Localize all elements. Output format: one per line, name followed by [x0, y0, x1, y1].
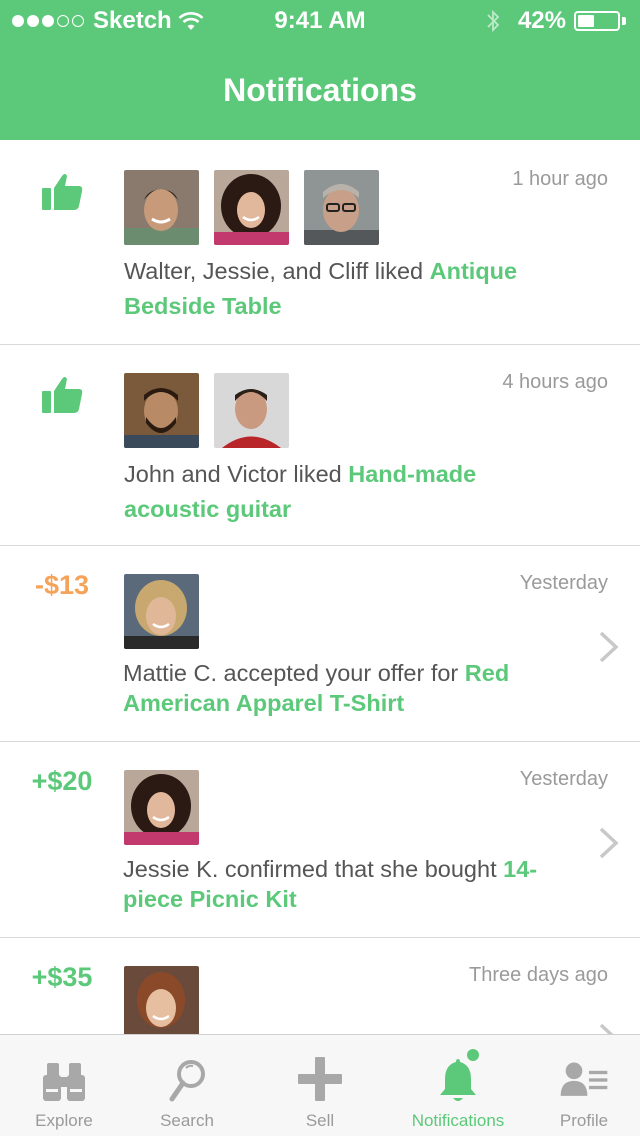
notification-list: 1 hour ago Walter, Jessie, and Cliff lik…: [0, 142, 640, 1058]
avatar-jessie[interactable]: [214, 170, 289, 245]
tab-label: Notifications: [411, 1111, 505, 1130]
amount-label: +$35: [31, 962, 93, 992]
battery-fill: [578, 15, 594, 27]
tab-label: Sell: [305, 1111, 335, 1130]
notification-time: Three days ago: [469, 964, 608, 986]
notification-message: Mattie C. accepted your offer for: [123, 660, 465, 686]
notification-time: Yesterday: [519, 572, 608, 594]
status-bar: Sketch 9:41 AM 42%: [0, 0, 640, 40]
notification-item[interactable]: 1 hour ago Walter, Jessie, and Cliff lik…: [0, 142, 640, 345]
notification-text: John and Victor liked Hand-made acoustic…: [124, 457, 560, 527]
status-right: 42%: [486, 7, 626, 35]
header: Sketch 9:41 AM 42% Notifications: [0, 0, 640, 140]
amount-label: +$20: [31, 766, 93, 796]
tab-profile[interactable]: Profile: [520, 1035, 640, 1136]
tab-notifications[interactable]: Notifications: [394, 1035, 522, 1136]
notification-message: John and Victor liked: [124, 461, 349, 487]
avatar-mattie[interactable]: [124, 574, 199, 649]
notification-badge: [467, 1049, 479, 1061]
tab-label: Search: [160, 1111, 214, 1130]
battery-icon: [574, 11, 620, 31]
avatar-jessie[interactable]: [124, 770, 199, 845]
avatar-group: [124, 770, 214, 845]
notification-item[interactable]: -$13 Yesterday Mattie C. accepted your o…: [0, 546, 640, 742]
avatar-cliff[interactable]: [304, 170, 379, 245]
plus-icon: [298, 1057, 342, 1101]
avatar-group: [124, 574, 214, 649]
thumbs-up-icon: [42, 377, 83, 413]
chevron-right-icon[interactable]: [598, 826, 620, 860]
tab-sell[interactable]: Sell: [256, 1035, 384, 1136]
tab-label: Explore: [35, 1111, 93, 1130]
thumbs-up-icon: [42, 174, 83, 210]
bell-icon: [440, 1059, 476, 1101]
tab-label: Profile: [559, 1111, 609, 1130]
magnifier-icon: [169, 1060, 205, 1102]
amount-label: -$13: [34, 570, 90, 600]
tab-bar: Explore Search Sell Notifications Profil…: [0, 1034, 640, 1136]
tab-explore[interactable]: Explore: [0, 1035, 128, 1136]
avatar-group: [124, 373, 304, 448]
avatar-john[interactable]: [124, 373, 199, 448]
avatar-user[interactable]: [124, 966, 199, 1041]
notification-message: Walter, Jessie, and Cliff liked: [124, 258, 430, 284]
avatar-victor[interactable]: [214, 373, 289, 448]
avatar-walter[interactable]: [124, 170, 199, 245]
notification-time: Yesterday: [519, 768, 608, 790]
notification-time: 1 hour ago: [512, 168, 608, 190]
chevron-right-icon[interactable]: [598, 630, 620, 664]
notification-text: Mattie C. accepted your offer for Red Am…: [123, 658, 560, 718]
battery-nub: [622, 17, 626, 25]
battery-percentage: 42%: [517, 7, 566, 34]
page-title: Notifications: [223, 72, 417, 108]
tab-search[interactable]: Search: [123, 1035, 251, 1136]
notification-text: Jessie K. confirmed that she bought 14-p…: [123, 854, 560, 914]
avatar-group: [124, 170, 394, 245]
profile-icon: [560, 1062, 608, 1096]
avatar-group: [124, 966, 214, 1041]
bluetooth-icon: [487, 9, 500, 33]
binoculars-icon: [43, 1063, 85, 1101]
notification-time: 4 hours ago: [502, 371, 608, 393]
notification-item[interactable]: 4 hours ago John and Victor liked Hand-m…: [0, 345, 640, 546]
notification-text: Walter, Jessie, and Cliff liked Antique …: [124, 254, 560, 324]
notification-item[interactable]: +$20 Yesterday Jessie K. confirmed that …: [0, 742, 640, 938]
notification-message: Jessie K. confirmed that she bought: [123, 856, 504, 882]
